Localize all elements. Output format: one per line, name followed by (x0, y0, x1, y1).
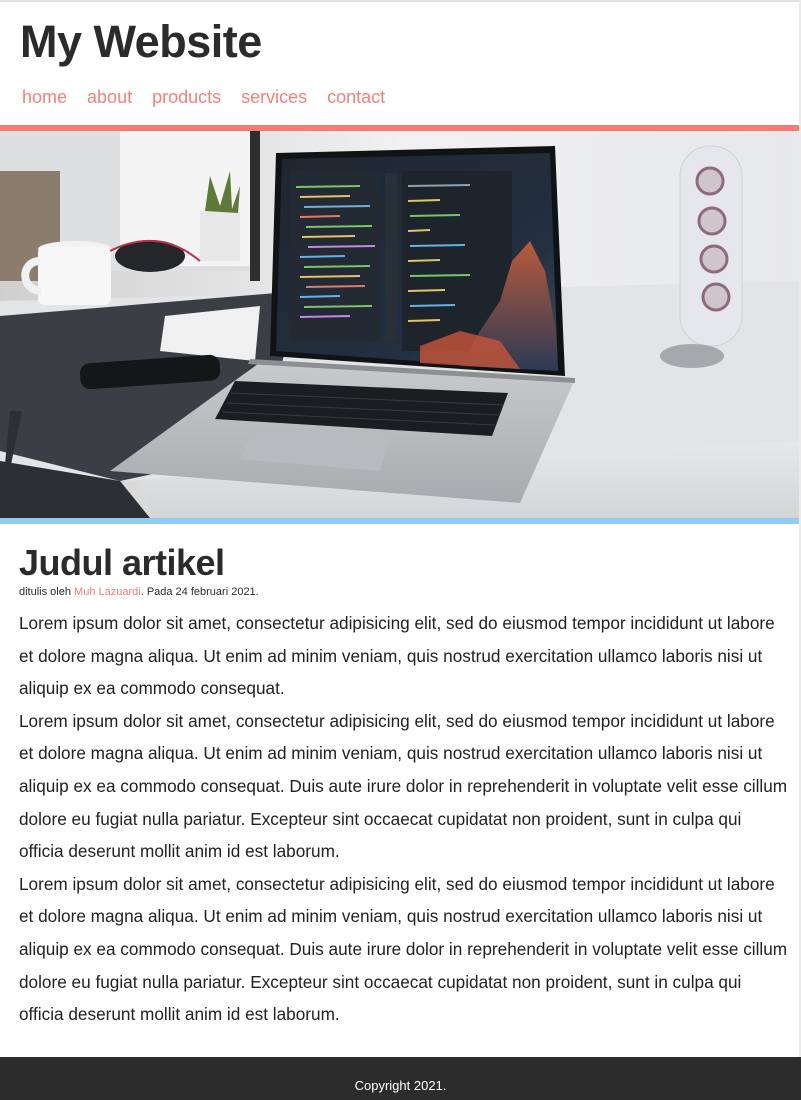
main-nav: home about products services contact (22, 86, 405, 108)
nav-link-services[interactable]: services (241, 86, 307, 108)
article-paragraph: Lorem ipsum dolor sit amet, consectetur … (19, 613, 775, 699)
author-link[interactable]: Muh Lazuardi (74, 586, 141, 598)
meta-suffix: . Pada 24 februari 2021. (140, 586, 259, 598)
top-border (0, 0, 801, 2)
hero-image (0, 131, 801, 518)
article-meta: ditulis oleh Muh Lazuardi. Pada 24 febru… (19, 585, 259, 599)
meta-prefix: ditulis oleh (19, 586, 75, 598)
footer-copyright: Copyright 2021. (354, 1078, 447, 1093)
article-title: Judul artikel (19, 542, 225, 583)
article-body: Lorem ipsum dolor sit amet, consectetur … (19, 607, 789, 1031)
article-paragraph: Lorem ipsum dolor sit amet, consectetur … (19, 873, 788, 1025)
site-title: My Website (20, 16, 262, 67)
nav-link-home[interactable]: home (22, 86, 67, 108)
nav-link-about[interactable]: about (87, 86, 132, 108)
nav-link-contact[interactable]: contact (327, 86, 385, 108)
nav-link-products[interactable]: products (152, 86, 221, 108)
article-paragraph: Lorem ipsum dolor sit amet, consectetur … (19, 710, 788, 862)
hero-bottom-border (0, 518, 801, 524)
